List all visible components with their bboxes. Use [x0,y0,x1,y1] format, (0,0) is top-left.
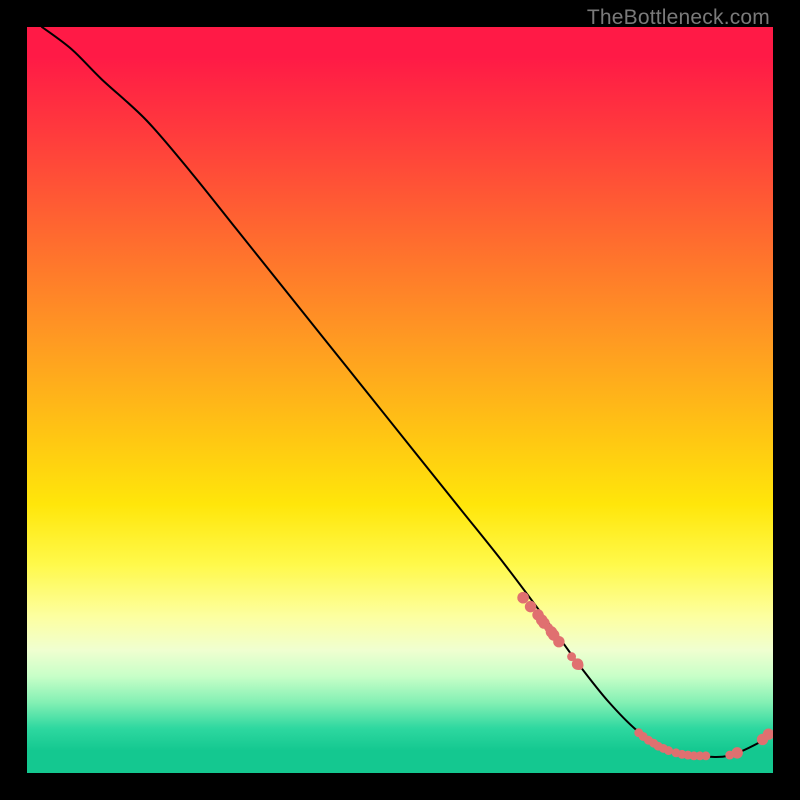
data-marker [575,661,584,670]
chart-frame: TheBottleneck.com [0,0,800,800]
data-marker [553,636,564,647]
data-marker [517,592,528,603]
data-marker [731,747,742,758]
watermark-label: TheBottleneck.com [587,6,770,30]
curve-path [42,27,773,757]
chart-svg [27,27,773,773]
curve-markers [517,592,773,760]
data-marker [664,746,673,755]
data-marker [701,751,710,760]
plot-area [27,27,773,773]
